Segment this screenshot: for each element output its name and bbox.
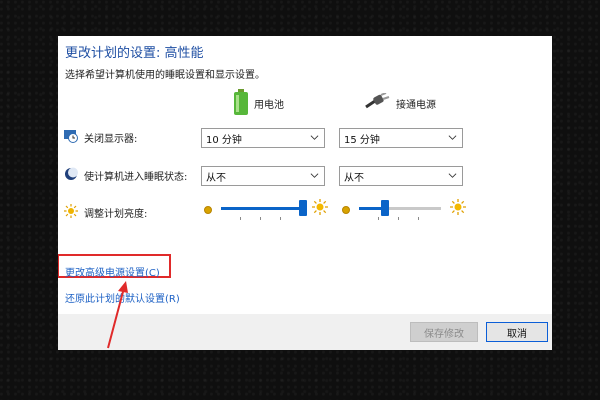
bright-sun-icon bbox=[312, 199, 328, 219]
power-plug-icon bbox=[364, 91, 390, 114]
annotation-arrow bbox=[107, 281, 128, 349]
column-header-battery: 用电池 bbox=[234, 88, 284, 118]
slider-tick bbox=[260, 217, 261, 220]
battery-icon bbox=[234, 88, 248, 118]
page-title: 更改计划的设置: 高性能 bbox=[65, 46, 204, 61]
display-off-battery-value: 10 分钟 bbox=[206, 134, 242, 146]
column-header-plugged: 接通电源 bbox=[364, 89, 436, 117]
bright-sun-icon bbox=[450, 199, 466, 219]
brightness-plugged-thumb[interactable] bbox=[381, 200, 390, 216]
chevron-down-icon bbox=[310, 173, 319, 178]
display-off-battery-select[interactable]: 10 分钟 bbox=[201, 128, 325, 148]
chevron-down-icon bbox=[448, 135, 457, 140]
save-button[interactable]: 保存修改 bbox=[410, 322, 478, 342]
sleep-battery-value: 从不 bbox=[206, 172, 226, 184]
column-label-battery: 用电池 bbox=[254, 99, 284, 111]
brightness-label: 调整计划亮度: bbox=[84, 208, 148, 220]
brightness-plugged-slider-group bbox=[340, 197, 470, 221]
slider-tick bbox=[418, 217, 419, 220]
sleep-label: 使计算机进入睡眠状态: bbox=[84, 171, 188, 183]
row-label-display-off: 关闭显示器: bbox=[64, 128, 137, 146]
sleep-battery-select[interactable]: 从不 bbox=[201, 166, 325, 186]
sun-icon bbox=[64, 203, 78, 221]
sleep-plugged-select[interactable]: 从不 bbox=[339, 166, 463, 186]
advanced-power-settings-link[interactable]: 更改高级电源设置(C) bbox=[65, 264, 160, 279]
slider-tick bbox=[240, 217, 241, 220]
brightness-battery-slider-group bbox=[202, 197, 332, 221]
slider-tick bbox=[398, 217, 399, 220]
row-label-brightness: 调整计划亮度: bbox=[64, 203, 147, 221]
dim-sun-icon bbox=[340, 201, 352, 220]
brightness-battery-fill bbox=[221, 207, 303, 210]
page-subtitle: 选择希望计算机使用的睡眠设置和显示设置。 bbox=[65, 70, 265, 81]
brightness-battery-thumb[interactable] bbox=[299, 200, 307, 216]
chevron-down-icon bbox=[310, 135, 319, 140]
row-label-sleep: 使计算机进入睡眠状态: bbox=[64, 166, 187, 184]
cancel-button[interactable]: 取消 bbox=[486, 322, 548, 342]
dim-sun-icon bbox=[202, 201, 214, 220]
sleep-plugged-value: 从不 bbox=[344, 172, 364, 184]
monitor-clock-icon bbox=[64, 129, 78, 146]
display-off-plugged-select[interactable]: 15 分钟 bbox=[339, 128, 463, 148]
chevron-down-icon bbox=[448, 173, 457, 178]
moon-icon bbox=[64, 167, 78, 184]
column-label-plugged: 接通电源 bbox=[396, 99, 436, 111]
display-off-plugged-value: 15 分钟 bbox=[344, 134, 380, 146]
display-off-label: 关闭显示器: bbox=[84, 133, 138, 145]
slider-tick bbox=[280, 217, 281, 220]
slider-tick bbox=[378, 217, 379, 220]
